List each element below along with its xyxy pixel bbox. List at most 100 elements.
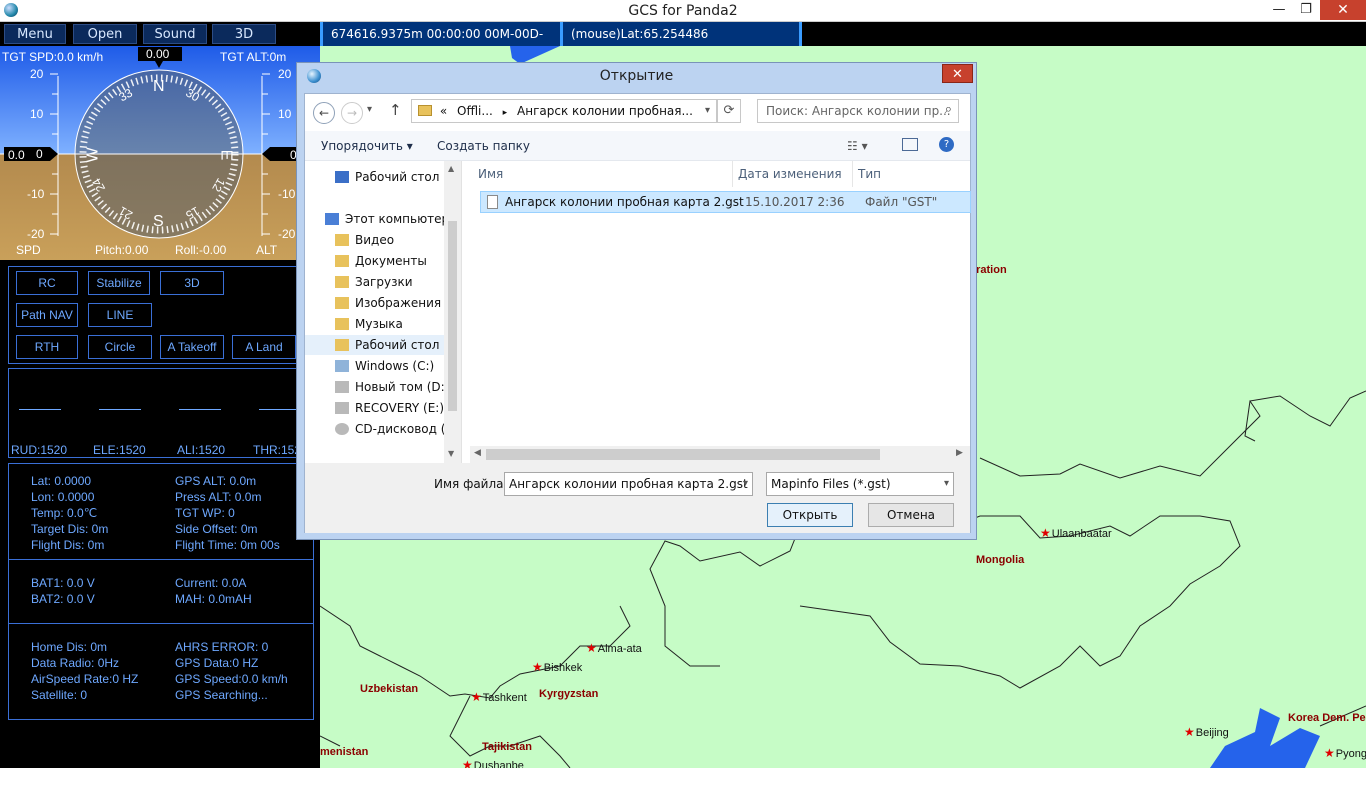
organize-button[interactable]: Упорядочить ▾	[321, 139, 413, 153]
scroll-thumb[interactable]	[486, 449, 880, 460]
mode-3d-button[interactable]: 3D	[160, 271, 224, 295]
menu-button[interactable]: Menu	[4, 24, 66, 44]
press-alt-readout: Press ALT: 0.0m	[175, 490, 262, 504]
file-list-scrollbar[interactable]: ◀ ▶	[470, 446, 970, 463]
tree-item-desktop-selected[interactable]: Рабочий стол	[305, 335, 444, 355]
rc-rud: RUD:1520	[11, 443, 68, 457]
new-folder-button[interactable]: Создать папку	[437, 139, 530, 153]
tree-item-downloads[interactable]: Загрузки	[335, 272, 413, 292]
mode-line-button[interactable]: LINE	[88, 303, 152, 327]
tree-item-music[interactable]: Музыка	[335, 314, 403, 334]
speed-readout: 0.0	[8, 148, 25, 162]
tree-item-video[interactable]: Видео	[335, 230, 394, 250]
rc-ali: ALI:1520	[177, 443, 226, 457]
rc-channels-panel: RUD:1520 ELE:1520 ALI:1520 THR:1520	[8, 368, 314, 458]
pitch-scale-label: 20	[30, 67, 44, 81]
filename-input[interactable]: Ангарск колонии пробная карта 2.gst ▾	[504, 472, 753, 496]
help-icon[interactable]: ?	[939, 137, 954, 152]
column-type[interactable]: Тип	[858, 167, 881, 181]
open-file-dialog: Открытие ✕ ← → ▾ ↑ « Offli... ▸ Ангарск …	[296, 62, 977, 540]
open-button[interactable]: Open	[73, 24, 137, 44]
dialog-close-button[interactable]: ✕	[942, 64, 973, 83]
open-file-button[interactable]: Открыть	[767, 503, 853, 527]
mode-auto-takeoff-button[interactable]: A Takeoff	[160, 335, 224, 359]
breadcrumb-current[interactable]: Ангарск колонии пробная...	[517, 104, 693, 118]
city-marker[interactable]: ★Beijing	[1184, 725, 1229, 739]
tree-item-drive-h[interactable]: CD-дисковод (H	[335, 419, 454, 439]
tree-item-this-pc[interactable]: Этот компьютер	[325, 209, 449, 229]
tree-item-desktop[interactable]: Рабочий стол	[335, 167, 439, 187]
back-arrow-icon[interactable]: ←	[313, 102, 335, 124]
close-button[interactable]: ✕	[1320, 0, 1366, 20]
file-row[interactable]: Ангарск колонии пробная карта 2.gst 15.1…	[480, 191, 971, 213]
drive-icon	[335, 360, 349, 372]
preview-pane-icon[interactable]	[902, 138, 918, 151]
tree-item-drive-c[interactable]: Windows (C:)	[335, 356, 434, 376]
attitude-indicator: TGT SPD:0.0 km/h TGT ALT:0m 0.00 0.0 0.0…	[0, 46, 320, 260]
city-marker[interactable]: ★Dushanbe	[462, 758, 524, 768]
mode-rc-button[interactable]: RC	[16, 271, 78, 295]
city-marker[interactable]: ★Tashkent	[471, 690, 527, 704]
city-label: Beijing	[1195, 727, 1229, 739]
temp-readout: Temp: 0.0℃	[31, 506, 98, 520]
breadcrumb-item[interactable]: Offli...	[457, 104, 493, 118]
maximize-button[interactable]: ❐	[1292, 0, 1320, 20]
app-titlebar: GCS for Panda2 — ❐ ✕	[0, 0, 1366, 22]
tree-scrollbar[interactable]: ▲ ▼	[444, 161, 461, 463]
pitch-scale-label: -10	[27, 187, 45, 201]
bat2-readout: BAT2: 0.0 V	[31, 592, 95, 606]
city-marker[interactable]: ★Ulaanbaatar	[1040, 526, 1112, 540]
heading-readout: 0.00	[146, 47, 170, 61]
tree-item-documents[interactable]: Документы	[335, 251, 427, 271]
scroll-up-icon[interactable]: ▲	[448, 164, 454, 173]
recent-dropdown-icon[interactable]: ▾	[367, 104, 372, 115]
mode-stabilize-button[interactable]: Stabilize	[88, 271, 150, 295]
refresh-icon[interactable]: ⟳	[717, 99, 741, 123]
cancel-button[interactable]: Отмена	[868, 503, 954, 527]
tree-item-pictures[interactable]: Изображения	[335, 293, 441, 313]
star-icon: ★	[462, 758, 473, 768]
view-options-icon[interactable]: ☷ ▾	[847, 139, 868, 153]
city-label: Pyong	[1335, 748, 1366, 760]
roll-readout: Roll:-0.00	[175, 243, 227, 257]
mode-rth-button[interactable]: RTH	[16, 335, 78, 359]
scroll-right-icon[interactable]: ▶	[956, 448, 963, 458]
mode-auto-land-button[interactable]: A Land	[232, 335, 296, 359]
star-icon: ★	[1324, 746, 1335, 760]
scroll-down-icon[interactable]: ▼	[448, 449, 454, 458]
mode-circle-button[interactable]: Circle	[88, 335, 152, 359]
compass-label: N	[153, 78, 165, 95]
city-marker[interactable]: ★Alma-ata	[586, 641, 642, 655]
sound-switch-button[interactable]: Sound SW	[143, 24, 207, 62]
tree-item-drive-e[interactable]: RECOVERY (E:)	[335, 398, 444, 418]
scroll-left-icon[interactable]: ◀	[474, 448, 481, 458]
flight-dis-readout: Flight Dis: 0m	[31, 538, 105, 552]
alt-scale-label: -10	[278, 187, 296, 201]
breadcrumb-overflow[interactable]: «	[440, 104, 447, 118]
folder-icon	[335, 234, 349, 246]
computer-icon	[325, 213, 339, 225]
star-icon: ★	[1040, 526, 1051, 540]
tgt-wp-readout: TGT WP: 0	[175, 506, 235, 520]
compass-label: S	[153, 213, 164, 230]
city-marker[interactable]: ★Bishkek	[532, 660, 582, 674]
up-arrow-icon[interactable]: ↑	[389, 101, 402, 119]
column-date[interactable]: Дата изменения	[738, 167, 842, 181]
tree-item-drive-d[interactable]: Новый том (D:)	[335, 377, 449, 397]
mode-path-nav-button[interactable]: Path NAV	[16, 303, 78, 327]
city-marker[interactable]: ★Pyong	[1324, 746, 1366, 760]
target-altitude: TGT ALT:0m	[220, 50, 287, 64]
city-label: Tashkent	[482, 692, 527, 704]
address-bar[interactable]: « Offli... ▸ Ангарск колонии пробная... …	[411, 99, 717, 123]
filename-dropdown-icon[interactable]: ▾	[743, 473, 748, 495]
search-input[interactable]: Поиск: Ангарск колонии пр... ⌕	[757, 99, 959, 123]
file-type-dropdown-icon[interactable]: ▾	[944, 473, 949, 495]
scroll-thumb[interactable]	[448, 221, 457, 411]
column-name[interactable]: Имя	[478, 167, 503, 181]
minimize-button[interactable]: —	[1266, 0, 1292, 20]
address-dropdown-icon[interactable]: ▾	[705, 100, 710, 122]
3d-button[interactable]: 3D	[212, 24, 276, 44]
file-type-select[interactable]: Mapinfo Files (*.gst) ▾	[766, 472, 954, 496]
forward-arrow-icon[interactable]: →	[341, 102, 363, 124]
command-bar: Упорядочить ▾ Создать папку ☷ ▾ ?	[305, 131, 970, 161]
